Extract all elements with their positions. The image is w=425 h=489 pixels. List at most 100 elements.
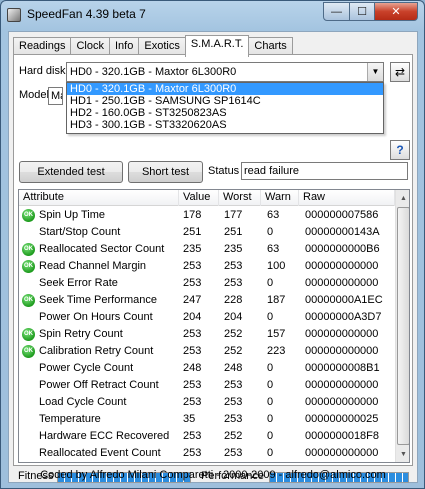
maximize-button[interactable]: ☐ (349, 2, 375, 21)
ok-status-icon: OK (22, 243, 35, 256)
ok-status-icon: OK (22, 209, 35, 222)
minimize-button[interactable]: — (323, 2, 350, 21)
smart-attribute-table[interactable]: Attribute Value Worst Warn Raw OK Spin Up… (18, 189, 410, 463)
refresh-icon[interactable]: ⇄ (390, 62, 410, 82)
cell-attribute: Spin Up Time (39, 209, 106, 221)
cell-raw: 000000000000 (305, 447, 379, 459)
disk-option-hd3[interactable]: HD3 - 300.1GB - ST3320620AS (67, 119, 383, 131)
cell-worst: 204 (224, 311, 243, 323)
cell-warn: 187 (267, 294, 286, 306)
cell-value: 247 (183, 294, 202, 306)
cell-warn: 0 (267, 396, 274, 408)
scrollbar-thumb[interactable] (397, 207, 409, 445)
cell-attribute: Hardware ECC Recovered (39, 430, 170, 442)
extended-test-button[interactable]: Extended test (19, 161, 123, 183)
cell-worst: 253 (224, 379, 243, 391)
table-row[interactable]: Power Cycle Count 248 248 0 0000000008B1 (19, 360, 395, 377)
cell-attribute: Seek Time Performance (39, 294, 157, 306)
cell-warn: 0 (267, 430, 274, 442)
disk-option-hd2[interactable]: HD2 - 160.0GB - ST3250823AS (67, 107, 383, 119)
short-test-button[interactable]: Short test (128, 161, 203, 183)
table-row[interactable]: Start/Stop Count 251 251 0 00000000143A (19, 224, 395, 241)
cell-value: 35 (183, 413, 196, 425)
cell-worst: 252 (224, 328, 243, 340)
model-field: Ma (48, 87, 63, 105)
cell-raw: 0000000000B6 (305, 243, 380, 255)
column-header-warn[interactable]: Warn (261, 190, 299, 206)
chevron-down-icon[interactable]: ▼ (367, 63, 383, 81)
model-label: Model (19, 89, 49, 101)
column-header-raw[interactable]: Raw (299, 190, 395, 206)
cell-value: 253 (183, 447, 202, 459)
cell-warn: 100 (267, 260, 286, 272)
cell-warn: 157 (267, 328, 286, 340)
column-header-worst[interactable]: Worst (219, 190, 261, 206)
credits-footer: Coded by Alfredo Milani Comparetti - 200… (40, 469, 386, 481)
table-row[interactable]: OK Reallocated Sector Count 235 235 63 000000… (19, 241, 395, 258)
status-field: read failure (241, 162, 408, 180)
cell-raw: 000000007586 (305, 209, 379, 221)
cell-worst: 248 (224, 362, 243, 374)
table-row[interactable]: Hardware ECC Recovered 253 252 0 0000000018F… (19, 428, 395, 445)
tab-smart[interactable]: S.M.A.R.T. (184, 35, 250, 57)
cell-raw: 00000000A3D7 (305, 311, 382, 323)
cell-raw: 000000000000 (305, 328, 379, 340)
cell-raw: 000000000000 (305, 260, 379, 272)
cell-warn: 0 (267, 362, 274, 374)
table-row[interactable]: Seek Error Rate 253 253 0 000000000000 (19, 275, 395, 292)
table-row[interactable]: OK Read Channel Margin 253 253 100 0000000000… (19, 258, 395, 275)
table-scrollbar[interactable]: ▲ ▼ (395, 190, 409, 462)
scroll-down-icon[interactable]: ▼ (396, 446, 409, 462)
ok-status-icon: OK (22, 328, 35, 341)
cell-worst: 253 (224, 260, 243, 272)
table-row[interactable]: Temperature 35 253 0 000000000025 (19, 411, 395, 428)
table-row[interactable]: OK Spin Up Time 178 177 63 000000007586 (19, 207, 395, 224)
client-area: Readings Clock Info Exotics S.M.A.R.T. C… (8, 31, 418, 483)
cell-attribute: Reallocated Sector Count (39, 243, 165, 255)
ok-status-icon: OK (22, 294, 35, 307)
hard-disk-select[interactable]: HD0 - 320.1GB - Maxtor 6L300R0 ▼ (66, 62, 384, 82)
close-button[interactable]: ✕ (374, 2, 418, 21)
table-row[interactable]: Power Off Retract Count 253 253 0 0000000000… (19, 377, 395, 394)
cell-worst: 177 (224, 209, 243, 221)
cell-raw: 00000000A1EC (305, 294, 383, 306)
table-row[interactable]: OK Calibration Retry Count 253 252 223 000000… (19, 343, 395, 360)
cell-worst: 228 (224, 294, 243, 306)
cell-raw: 000000000025 (305, 413, 379, 425)
cell-raw: 00000000143A (305, 226, 380, 238)
tab-strip: Readings Clock Info Exotics S.M.A.R.T. C… (13, 35, 293, 57)
smart-panel: Hard disk HD0 - 320.1GB - Maxtor 6L300R0… (13, 54, 413, 483)
table-row[interactable]: Load Cycle Count 253 253 0 000000000000 (19, 394, 395, 411)
cell-value: 253 (183, 379, 202, 391)
cell-attribute: Seek Error Rate (39, 277, 118, 289)
cell-value: 253 (183, 277, 202, 289)
window-title: SpeedFan 4.39 beta 7 (27, 7, 146, 21)
cell-value: 253 (183, 260, 202, 272)
cell-raw: 000000000000 (305, 277, 379, 289)
cell-attribute: Load Cycle Count (39, 396, 127, 408)
title-bar[interactable]: SpeedFan 4.39 beta 7 — ☐ ✕ (1, 1, 424, 29)
column-header-attribute[interactable]: Attribute (19, 190, 179, 206)
table-row[interactable]: Power On Hours Count 204 204 0 00000000A3D7 (19, 309, 395, 326)
cell-value: 251 (183, 226, 202, 238)
disk-option-hd1[interactable]: HD1 - 250.1GB - SAMSUNG SP1614C (67, 95, 383, 107)
cell-warn: 0 (267, 447, 274, 459)
hard-disk-dropdown: HD0 - 320.1GB - Maxtor 6L300R0 HD1 - 250… (66, 82, 384, 134)
cell-attribute: Temperature (39, 413, 101, 425)
cell-worst: 253 (224, 447, 243, 459)
disk-option-hd0[interactable]: HD0 - 320.1GB - Maxtor 6L300R0 (67, 83, 383, 95)
cell-value: 253 (183, 430, 202, 442)
help-icon[interactable]: ? (390, 140, 410, 160)
speedfan-window: SpeedFan 4.39 beta 7 — ☐ ✕ Readings Cloc… (0, 0, 425, 489)
cell-warn: 0 (267, 226, 274, 238)
cell-raw: 000000000000 (305, 345, 379, 357)
cell-value: 253 (183, 396, 202, 408)
table-row[interactable]: OK Seek Time Performance 247 228 187 00000000… (19, 292, 395, 309)
table-row[interactable]: OK Spin Retry Count 253 252 157 000000000000 (19, 326, 395, 343)
table-row[interactable]: Reallocated Event Count 253 253 0 0000000000… (19, 445, 395, 462)
cell-attribute: Start/Stop Count (39, 226, 121, 238)
cell-value: 248 (183, 362, 202, 374)
scroll-up-icon[interactable]: ▲ (396, 190, 409, 206)
column-header-value[interactable]: Value (179, 190, 219, 206)
cell-value: 253 (183, 328, 202, 340)
